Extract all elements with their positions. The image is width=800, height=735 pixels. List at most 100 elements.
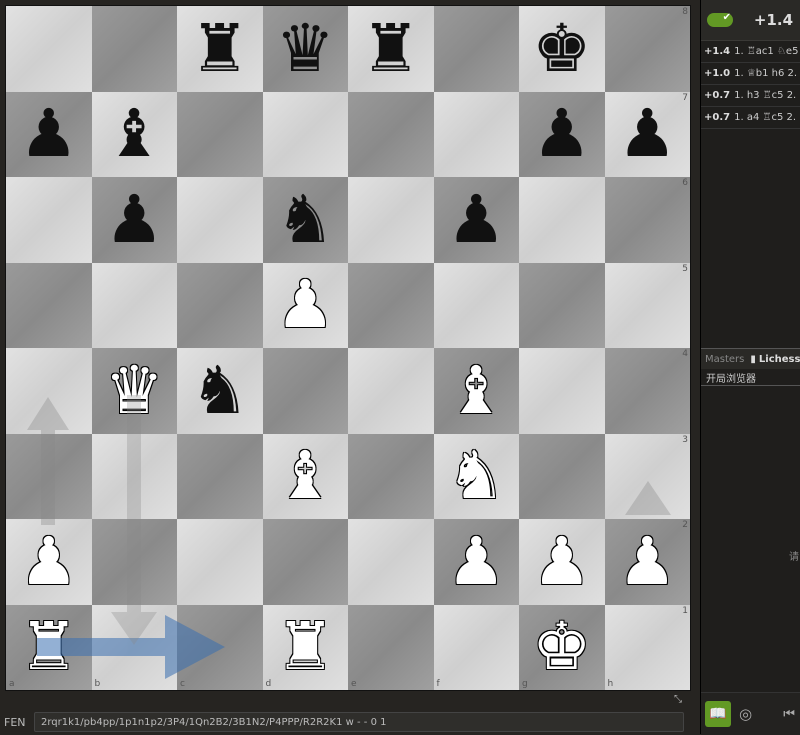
square-e2[interactable]: [348, 519, 434, 605]
square-h7[interactable]: 7 ♟: [604, 91, 691, 178]
square-a2[interactable]: ♟: [6, 519, 92, 605]
tab-masters[interactable]: Masters: [705, 354, 744, 365]
square-e1[interactable]: e: [348, 604, 434, 690]
square-b4[interactable]: ♛: [91, 348, 178, 434]
square-a6[interactable]: [6, 177, 92, 263]
square-h3[interactable]: 3: [604, 433, 690, 519]
black-queen-icon[interactable]: ♛: [263, 6, 349, 92]
square-b6[interactable]: ♟: [91, 177, 178, 263]
square-h6[interactable]: 6: [604, 177, 690, 263]
square-g3[interactable]: [519, 433, 605, 519]
square-d5[interactable]: ♟: [262, 262, 349, 349]
white-rook-icon[interactable]: ♜: [263, 605, 349, 691]
square-a1[interactable]: a ♜: [6, 604, 92, 691]
square-g2[interactable]: ♟: [519, 519, 605, 605]
white-bishop-icon[interactable]: ♝: [434, 348, 520, 434]
engine-toggle[interactable]: [707, 12, 733, 27]
square-e4[interactable]: [348, 348, 434, 434]
engine-line[interactable]: +1.41. ♖ac1 ♘e5 2.: [701, 41, 800, 63]
square-b3[interactable]: [91, 433, 177, 519]
square-e5[interactable]: [348, 262, 434, 348]
square-e3[interactable]: [348, 433, 434, 519]
black-king-icon[interactable]: ♚: [519, 6, 605, 92]
square-c5[interactable]: [177, 262, 263, 348]
square-g8[interactable]: ♚: [519, 6, 605, 92]
square-a3[interactable]: [6, 433, 92, 519]
first-move-icon[interactable]: ⏮: [783, 707, 795, 722]
engine-line[interactable]: +0.71. a4 ♖c5 2. ♖a: [701, 107, 800, 129]
square-b1[interactable]: b: [91, 604, 177, 690]
black-pawn-icon[interactable]: ♟: [6, 92, 92, 178]
square-e6[interactable]: [348, 177, 434, 263]
square-a5[interactable]: [6, 262, 92, 348]
square-b7[interactable]: ♝: [91, 91, 178, 178]
square-a8[interactable]: [6, 6, 92, 92]
tab-lichess[interactable]: Lichess: [759, 354, 800, 365]
opening-book-icon[interactable]: 📖: [705, 701, 731, 727]
black-rook-icon[interactable]: ♜: [177, 6, 263, 92]
square-h8[interactable]: 8: [604, 6, 690, 92]
black-pawn-icon[interactable]: ♟: [92, 177, 178, 263]
square-d4[interactable]: [262, 348, 348, 434]
chess-board[interactable]: ♜ ♛ ♜ ♚ 8 ♟ ♝ ♟ 7 ♟ ♟ ♞ ♟ 6 ♟ 5 ♛ ♞ ♝ 4 ♝ ♞ 3 ♟ ♟ ♟ 2 ♟ a ♜ b c d ♜ e f g ♚ 1 h: [5, 5, 691, 691]
white-pawn-icon[interactable]: ♟: [263, 263, 349, 349]
square-h4[interactable]: 4: [604, 348, 690, 434]
square-d6[interactable]: ♞: [262, 177, 349, 263]
square-c1[interactable]: c: [177, 604, 263, 690]
white-rook-icon[interactable]: ♜: [6, 605, 92, 691]
engine-line[interactable]: +1.01. ♕b1 h6 2. ♘g: [701, 63, 800, 85]
square-f3[interactable]: ♞: [433, 433, 520, 520]
square-c8[interactable]: ♜: [177, 6, 263, 92]
square-d8[interactable]: ♛: [262, 6, 349, 92]
square-f6[interactable]: ♟: [433, 177, 520, 263]
white-pawn-icon[interactable]: ♟: [434, 519, 520, 605]
square-f7[interactable]: [433, 91, 519, 177]
square-d7[interactable]: [262, 91, 348, 177]
black-pawn-icon[interactable]: ♟: [519, 92, 605, 178]
practice-target-icon[interactable]: ◎: [739, 705, 752, 723]
board-resize-handle[interactable]: ⤡: [674, 694, 682, 705]
square-g5[interactable]: [519, 262, 605, 348]
square-c7[interactable]: [177, 91, 263, 177]
square-b5[interactable]: [91, 262, 177, 348]
square-f1[interactable]: f: [433, 604, 519, 690]
square-a7[interactable]: ♟: [6, 91, 92, 178]
black-knight-icon[interactable]: ♞: [263, 177, 349, 263]
square-h5[interactable]: 5: [604, 262, 690, 348]
square-e7[interactable]: [348, 91, 434, 177]
square-g1[interactable]: g ♚: [519, 604, 605, 691]
white-queen-icon[interactable]: ♛: [92, 348, 178, 434]
square-c6[interactable]: [177, 177, 263, 263]
black-knight-icon[interactable]: ♞: [177, 348, 263, 434]
square-g6[interactable]: [519, 177, 605, 263]
white-king-icon[interactable]: ♚: [519, 605, 605, 691]
square-a4[interactable]: [6, 348, 92, 434]
square-h1[interactable]: 1h: [604, 604, 690, 690]
white-pawn-icon[interactable]: ♟: [6, 519, 92, 605]
square-c3[interactable]: [177, 433, 263, 519]
square-h2[interactable]: 2 ♟: [604, 519, 691, 605]
square-g7[interactable]: ♟: [519, 91, 605, 178]
square-c2[interactable]: [177, 519, 263, 605]
square-e8[interactable]: ♜: [348, 6, 434, 92]
engine-line[interactable]: +0.71. h3 ♖c5 2. ♖a: [701, 85, 800, 107]
square-f8[interactable]: [433, 6, 519, 92]
white-knight-icon[interactable]: ♞: [434, 434, 520, 520]
black-pawn-icon[interactable]: ♟: [434, 177, 520, 263]
square-d2[interactable]: [262, 519, 348, 605]
square-f2[interactable]: ♟: [433, 519, 520, 605]
white-bishop-icon[interactable]: ♝: [263, 434, 349, 520]
black-pawn-icon[interactable]: ♟: [605, 92, 691, 178]
square-b8[interactable]: [91, 6, 177, 92]
square-f5[interactable]: [433, 262, 519, 348]
square-c4[interactable]: ♞: [177, 348, 263, 434]
black-rook-icon[interactable]: ♜: [348, 6, 434, 92]
square-d3[interactable]: ♝: [262, 433, 349, 520]
black-bishop-icon[interactable]: ♝: [92, 92, 178, 178]
square-d1[interactable]: d ♜: [262, 604, 349, 691]
square-f4[interactable]: ♝: [433, 348, 520, 434]
white-pawn-icon[interactable]: ♟: [519, 519, 605, 605]
square-g4[interactable]: [519, 348, 605, 434]
square-b2[interactable]: [91, 519, 177, 605]
white-pawn-icon[interactable]: ♟: [605, 519, 691, 605]
